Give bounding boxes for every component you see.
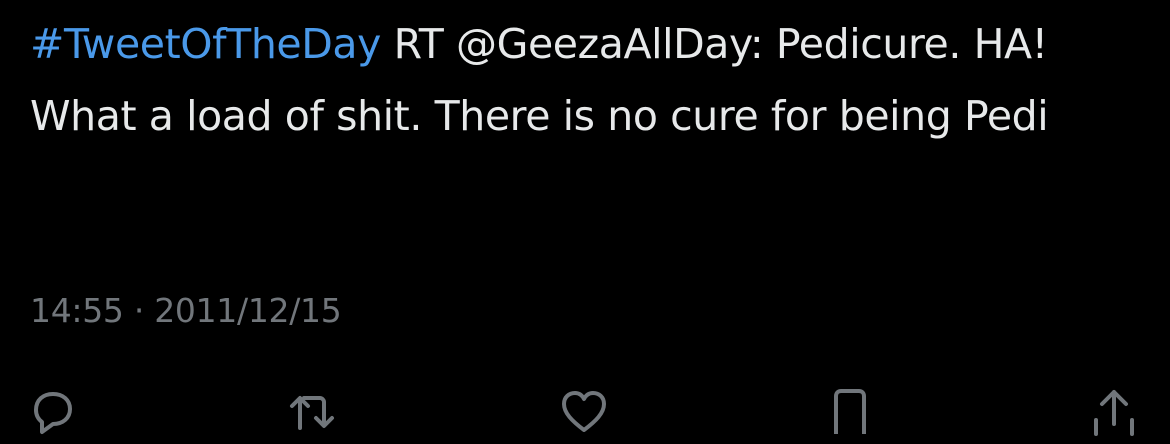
retweet-button[interactable] <box>286 384 338 436</box>
reply-icon <box>34 392 72 434</box>
heart-icon <box>562 391 606 432</box>
tweet-action-bar <box>30 384 1140 444</box>
hashtag-link[interactable]: #TweetOfTheDay <box>30 20 381 68</box>
like-button[interactable] <box>558 384 610 436</box>
bookmark-button[interactable] <box>824 384 876 436</box>
share-button[interactable] <box>1088 384 1140 436</box>
share-icon <box>1094 390 1134 436</box>
tweet-time: 14:55 <box>30 291 124 330</box>
retweet-icon <box>290 396 334 430</box>
timestamp-separator: · <box>133 291 145 330</box>
reply-button[interactable] <box>26 384 78 436</box>
tweet-text: #TweetOfTheDay RT @GeezaAllDay: Pedicure… <box>30 8 1130 152</box>
tweet-timestamp: 14:55 · 2011/12/15 <box>30 287 342 335</box>
tweet-detail: #TweetOfTheDay RT @GeezaAllDay: Pedicure… <box>30 0 1140 436</box>
tweet-date[interactable]: 2011/12/15 <box>154 291 342 330</box>
bookmark-icon <box>834 389 866 434</box>
